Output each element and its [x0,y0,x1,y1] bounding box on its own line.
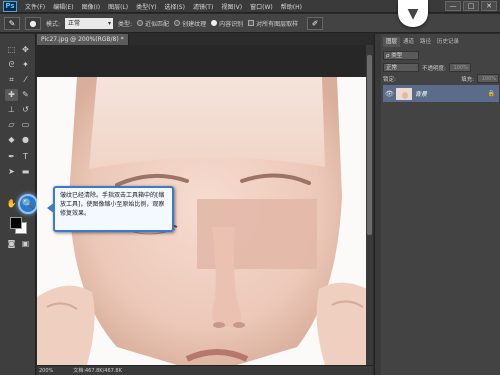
quick-mask-icon[interactable]: ◙ [5,238,18,250]
type-option-label: 创建纹理 [182,20,207,28]
blend-mode-select[interactable]: 正常 [383,63,419,72]
panel-dock-strip [375,34,381,375]
pen-pressure-icon: ✐ [311,18,319,28]
layer-name: 背景 [415,91,428,98]
status-bar: 200% 文档:467.8K/467.8K [37,365,373,375]
magic-wand-icon[interactable]: ✦ [19,59,32,71]
dodge-tool-icon[interactable]: ● [19,134,32,146]
sample-all-layers-checkbox[interactable]: 对所有图层取样 [248,19,298,28]
foreground-color-swatch[interactable] [10,217,22,229]
type-option-label: 近似匹配 [145,20,170,28]
radio-selected-icon [211,20,218,26]
menu-window[interactable]: 窗口(W) [246,2,277,11]
menu-select[interactable]: 选择(S) [160,2,189,11]
document-size: 文档:467.8K/467.8K [73,368,122,374]
layer-filter-row: ρ 类型 [383,50,499,61]
layer-thumbnail [396,87,412,100]
maximize-button[interactable]: □ [463,1,479,11]
clone-stamp-icon[interactable]: ⊥ [5,104,18,116]
lock-row: 锁定: 填充: 100% [383,73,499,84]
callout-text: 皱纹已经清除。手指双击工具箱中的[缩放工具]，使图像缩小至原始比例，观察修复效果… [60,192,165,217]
radio-icon [174,20,181,26]
menu-type[interactable]: 类型(Y) [132,2,160,11]
instruction-callout: 皱纹已经清除。手指双击工具箱中的[缩放工具]，使图像缩小至原始比例，观察修复效果… [47,186,174,232]
eyedropper-icon[interactable]: ⁄ [19,74,32,86]
zoom-tool-icon[interactable]: 🔍 [18,194,38,214]
tab-paths[interactable]: 路径 [417,37,434,47]
zoom-level[interactable]: 200% [39,366,53,375]
minimize-button[interactable]: — [445,1,461,11]
lock-icon: 🔒 [487,90,495,97]
menu-layer[interactable]: 图层(L) [104,2,132,11]
arrow-down-icon: ▼ [407,5,419,22]
opacity-input[interactable]: 100% [448,63,471,72]
menu-image[interactable]: 图像(I) [78,2,104,11]
document-tab[interactable]: Pic27.jpg @ 200%(RGB/8) * [37,34,129,45]
lasso-tool-icon[interactable]: ᘓ [5,59,18,71]
pressure-toggle[interactable]: ✐ [307,16,324,30]
brush-size-picker[interactable]: ● [25,16,41,30]
brush-tool-icon[interactable]: ✎ [19,89,32,101]
shape-tool-icon[interactable]: ▬ [19,166,32,178]
eraser-icon[interactable]: ▱ [5,119,18,131]
marquee-tool-icon[interactable]: ⬚ [5,44,18,56]
panel-tabs: 图层 通道 路径 历史记录 [383,37,462,47]
tools-panel: ⬚ ✥ ᘓ ✦ ⌗ ⁄ ✚ ✎ ⊥ ↺ ▱ ▭ ◆ ● ✒ T ➤ ▬ ✋ 🔍 … [0,34,38,375]
eye-icon[interactable]: 👁 [385,90,394,98]
brush-icon: ✎ [8,18,16,28]
blur-tool-icon[interactable]: ◆ [5,134,18,146]
scroll-down-badge: ▼ [398,0,428,27]
close-button[interactable]: ✕ [481,1,497,11]
vertical-scrollbar[interactable] [366,45,373,365]
pen-tool-icon[interactable]: ✒ [5,151,18,163]
menu-help[interactable]: 帮助(H) [277,2,306,11]
history-brush-icon[interactable]: ↺ [19,104,32,116]
scrollbar-thumb[interactable] [367,55,372,235]
mode-select[interactable]: 正常 [65,17,114,29]
callout-arrow [47,202,55,214]
window-controls: — □ ✕ [445,1,497,11]
menu-edit[interactable]: 编辑(E) [49,2,77,11]
tab-layers[interactable]: 图层 [383,37,401,47]
tool-preset-picker[interactable]: ✎ [4,16,20,30]
screen-mode-icon[interactable]: ▣ [19,238,32,250]
type-radio-content-aware[interactable]: 内容识别 [211,19,243,28]
fill-input[interactable]: 100% [477,74,499,83]
type-radio-proximity[interactable]: 近似匹配 [137,19,169,28]
path-selection-icon[interactable]: ➤ [5,166,18,178]
menu-view[interactable]: 视图(V) [217,2,246,11]
sample-all-label: 对所有图层取样 [256,20,299,28]
checkbox-icon [248,20,255,26]
tab-channels[interactable]: 通道 [400,37,417,47]
brush-dot-icon: ● [29,18,37,28]
opacity-label: 不透明度: [422,65,446,72]
hand-tool-icon[interactable]: ✋ [5,198,18,210]
fill-label: 填充: [461,76,474,83]
radio-icon [137,20,144,26]
photoshop-logo: Ps [3,0,17,12]
layers-panel: 图层 通道 路径 历史记录 ρ 类型 正常 不透明度: 100% 锁定: 填充:… [374,34,500,375]
crop-tool-icon[interactable]: ⌗ [5,74,18,86]
layer-item-background[interactable]: 👁 背景 🔒 [383,85,499,102]
lock-label: 锁定: [383,76,396,83]
menu-file[interactable]: 文件(F) [21,2,49,11]
layer-filter-select[interactable]: ρ 类型 [383,51,419,60]
type-radio-texture[interactable]: 创建纹理 [174,19,206,28]
gradient-icon[interactable]: ▭ [19,119,32,131]
blend-row: 正常 不透明度: 100% [383,62,499,73]
type-tool-icon[interactable]: T [19,151,32,163]
menu-filter[interactable]: 滤镜(T) [189,2,217,11]
tab-history[interactable]: 历史记录 [434,37,462,47]
type-label: 类型: [118,20,133,28]
type-option-label: 内容识别 [219,20,244,28]
move-tool-icon[interactable]: ✥ [19,44,32,56]
healing-brush-icon[interactable]: ✚ [5,89,18,101]
mode-label: 模式: [46,20,61,28]
